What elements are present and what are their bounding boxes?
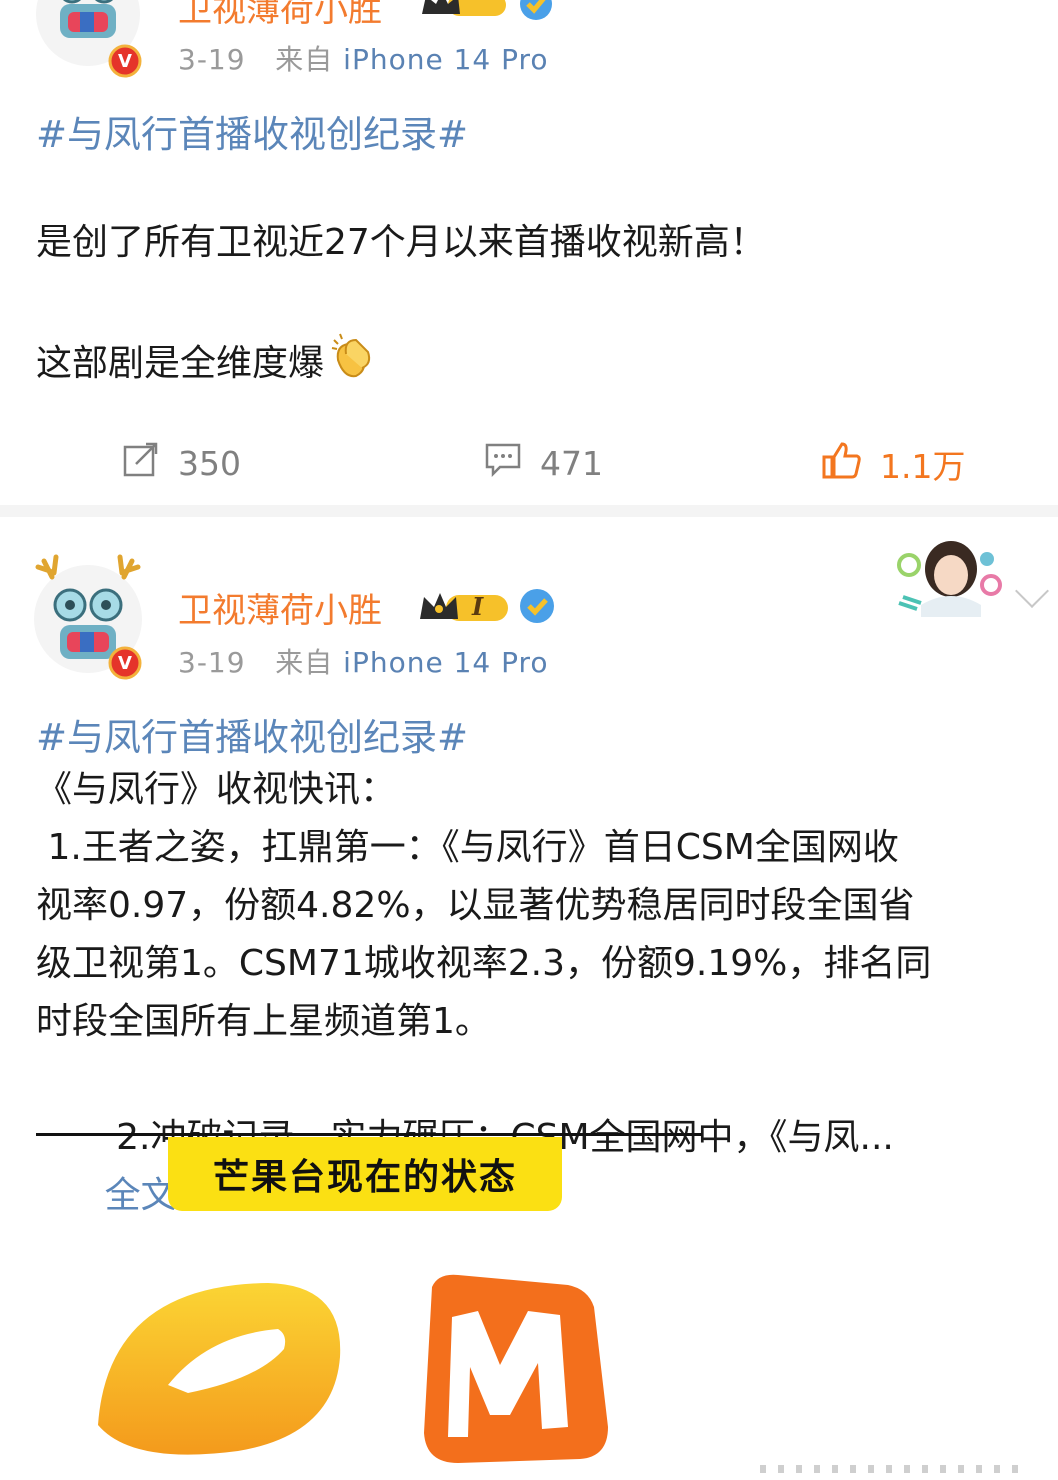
repost-icon (122, 440, 160, 486)
comment-button[interactable]: 471 (484, 440, 603, 486)
repost-count: 350 (178, 443, 241, 483)
comment-count: 471 (540, 443, 603, 483)
source-device[interactable]: iPhone 14 Pro (343, 43, 548, 76)
post-text-line: 1.王者之姿，扛鼎第一：《与凤行》首日CSM全国网收 (36, 827, 899, 868)
hunan-tv-logo-icon (88, 1275, 348, 1469)
svg-text:V: V (118, 51, 132, 72)
image-banner-text: 芒果台现在的状态 (212, 1157, 517, 1198)
source-device[interactable]: iPhone 14 Pro (343, 646, 548, 679)
post-text: 这部剧是全维度爆 (36, 343, 325, 384)
post-text-line: 这部剧是全维度爆 (36, 330, 378, 398)
vip-badge-icon (418, 0, 510, 26)
post-text-line: 是创了所有卫视近27个月以来首播收视新高！ (36, 222, 766, 263)
scrollbar-indicator (760, 1465, 1030, 1473)
verified-badge-icon: V (108, 646, 142, 684)
post-2: V 卫视薄荷小胜 I 3-19 来自 iPhone 14 Pro #与凤行首播收… (0, 517, 1058, 1480)
clapping-hands-icon (328, 330, 378, 398)
chevron-down-icon[interactable] (1015, 574, 1049, 608)
verified-shield-icon (518, 0, 554, 26)
thumbs-up-icon (822, 440, 862, 488)
post-meta: 3-19 来自 iPhone 14 Pro (178, 641, 549, 681)
post-text-line: 时段全国所有上星频道第1。 (36, 1001, 491, 1042)
author-name[interactable]: 卫视薄荷小胜 (178, 0, 382, 31)
like-button[interactable]: 1.1万 (822, 440, 965, 488)
verified-shield-icon (518, 587, 556, 629)
post-text-line: 视率0.97，份额4.82%，以显著优势稳居同时段全国省 (36, 885, 915, 926)
vip-badge-icon: I (418, 589, 510, 625)
like-count: 1.1万 (880, 447, 966, 486)
author-name[interactable]: 卫视薄荷小胜 (178, 583, 382, 632)
source-prefix: 来自 (275, 43, 334, 76)
comment-icon (484, 440, 522, 486)
post-meta: 3-19 来自 iPhone 14 Pro (178, 38, 549, 78)
verified-badge-icon: V (108, 44, 142, 78)
image-top-rule (36, 1133, 702, 1136)
post-image[interactable]: 芒果台现在的状态 (0, 1127, 1058, 1480)
repost-button[interactable]: 350 (122, 440, 241, 486)
post-1: V 卫视薄荷小胜 3-19 来自 iPhone 14 Pro #与凤行首播收视创… (0, 0, 1058, 505)
post-text-line: 《与凤行》收视快讯： (36, 769, 397, 810)
post-date: 3-19 (178, 43, 246, 76)
post-date: 3-19 (178, 646, 246, 679)
hashtag-link[interactable]: #与凤行首播收视创纪录# (36, 707, 468, 761)
mango-tv-logo-icon (418, 1267, 618, 1471)
source-prefix: 来自 (275, 646, 334, 679)
post-text-line: 级卫视第1。CSM71城收视率2.3，份额9.19%，排名同 (36, 943, 932, 984)
celebrity-sticker-icon (897, 541, 1002, 617)
image-banner: 芒果台现在的状态 (168, 1137, 562, 1211)
hashtag-link[interactable]: #与凤行首播收视创纪录# (36, 104, 468, 158)
decoration-avatar[interactable] (895, 537, 1005, 617)
post-divider (0, 505, 1058, 517)
svg-text:V: V (118, 653, 132, 674)
vip-level: I (472, 592, 484, 621)
